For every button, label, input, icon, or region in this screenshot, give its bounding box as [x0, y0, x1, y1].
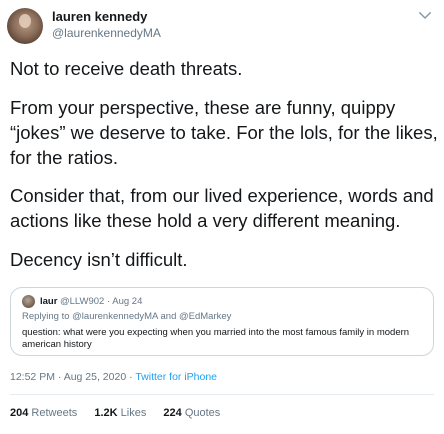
tweet-text-paragraph: Consider that, from our lived experience… [10, 185, 434, 231]
quoted-author-avatar [22, 295, 35, 308]
tweet-timestamp[interactable]: 12:52 PM · Aug 25, 2020 · [10, 371, 135, 383]
author-avatar[interactable] [7, 8, 43, 44]
author-handle[interactable]: @laurenkennedyMA [52, 26, 161, 40]
divider [10, 394, 434, 395]
quoted-tweet[interactable]: laur @LLW902 · Aug 24 Replying to @laure… [10, 287, 434, 356]
likes-count: 1.2K [94, 407, 118, 419]
quotes-count: 224 [163, 407, 182, 419]
chevron-down-icon[interactable] [416, 6, 434, 24]
quoted-author-name: laur [40, 296, 58, 307]
quoted-author-handle-date: @LLW902 · Aug 24 [60, 296, 143, 307]
likes-label: Likes [120, 407, 147, 419]
tweet-stats: 204 Retweets 1.2K Likes 224 Quotes [10, 407, 234, 419]
tweet-source-link[interactable]: Twitter for iPhone [135, 371, 217, 383]
quotes-stat[interactable]: 224 Quotes [163, 407, 220, 419]
quoted-tweet-text: question: what were you expecting when y… [22, 327, 410, 350]
tweet-text-paragraph: Decency isn’t difficult. [10, 249, 188, 270]
retweets-count: 204 [10, 407, 29, 419]
author-display-name[interactable]: lauren kennedy [52, 9, 147, 24]
retweets-label: Retweets [31, 407, 78, 419]
likes-stat[interactable]: 1.2K Likes [94, 407, 146, 419]
tweet-text-paragraph: From your perspective, these are funny, … [10, 97, 438, 168]
tweet-card: lauren kennedy @laurenkennedyMA Not to r… [0, 0, 444, 434]
quoted-replying-to: Replying to @laurenkennedyMA and @EdMark… [22, 311, 232, 322]
tweet-text-paragraph: Not to receive death threats. [10, 58, 243, 79]
tweet-meta: 12:52 PM · Aug 25, 2020 · Twitter for iP… [10, 371, 217, 383]
retweets-stat[interactable]: 204 Retweets [10, 407, 77, 419]
quotes-label: Quotes [184, 407, 221, 419]
